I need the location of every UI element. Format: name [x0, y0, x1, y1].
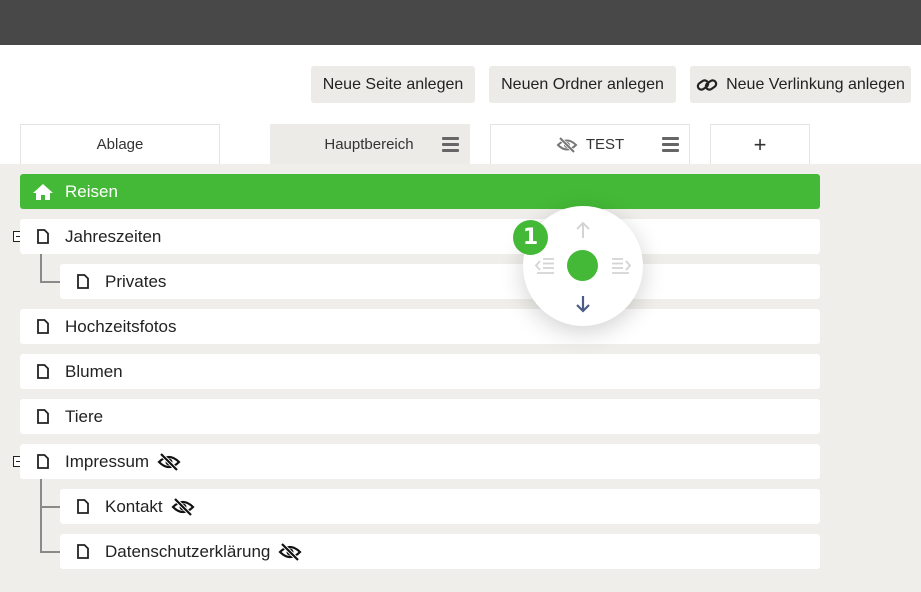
page-icon — [60, 499, 105, 514]
tree-item-tiere[interactable]: Tiere — [20, 399, 820, 434]
tree-item-label: Hochzeitsfotos — [65, 316, 177, 336]
tab-test[interactable]: TEST — [490, 124, 690, 164]
new-folder-button-label: Neuen Ordner anlegen — [501, 75, 664, 93]
tab-hauptbereich[interactable]: Hauptbereich — [270, 124, 470, 164]
tree-connector — [40, 281, 60, 283]
eye-slash-icon — [278, 542, 302, 561]
home-icon — [20, 183, 65, 201]
tree-connector — [40, 506, 60, 508]
eye-slash-icon — [556, 136, 578, 153]
outdent-icon[interactable] — [533, 254, 557, 278]
tree-item-label: Privates — [105, 271, 167, 291]
page-icon — [60, 274, 105, 289]
tree-item-label: Kontakt — [105, 496, 163, 516]
arrow-up-icon[interactable] — [571, 218, 595, 242]
tree-item-privates[interactable]: Privates — [60, 264, 820, 299]
page-icon — [20, 409, 65, 424]
tab-menu-icon[interactable] — [442, 137, 459, 152]
tree-item-label: Tiere — [65, 406, 104, 426]
tree-item-impressum[interactable]: Impressum — [20, 444, 820, 479]
tab-test-label: TEST — [585, 136, 625, 153]
link-icon — [696, 77, 718, 93]
tab-hauptbereich-label: Hauptbereich — [324, 136, 414, 153]
plus-icon: + — [753, 131, 767, 157]
tree-item-label: Blumen — [65, 361, 123, 381]
tab-ablage[interactable]: Ablage — [20, 124, 220, 164]
tree-item-datenschutz[interactable]: Datenschutzerklärung — [60, 534, 820, 569]
tree-root-item[interactable]: Reisen — [20, 174, 820, 209]
tree-connector — [40, 253, 42, 282]
tree-item-blumen[interactable]: Blumen — [20, 354, 820, 389]
tab-menu-icon[interactable] — [662, 137, 679, 152]
tree-item-label: Impressum — [65, 451, 150, 471]
indent-icon[interactable] — [609, 254, 633, 278]
new-page-button-label: Neue Seite anlegen — [322, 75, 464, 93]
tree-item-label: Reisen — [65, 181, 118, 201]
step-badge: 1 — [513, 220, 548, 255]
tree-item-hochzeitsfotos[interactable]: Hochzeitsfotos — [20, 309, 820, 344]
new-link-button[interactable]: Neue Verlinkung anlegen — [690, 66, 911, 103]
page-icon — [60, 544, 105, 559]
eye-slash-icon — [157, 452, 181, 471]
page-icon — [20, 364, 65, 379]
add-tab-button[interactable]: + — [710, 124, 810, 164]
tree-connector — [40, 478, 42, 552]
eye-slash-icon — [171, 497, 195, 516]
arrow-down-icon[interactable] — [571, 292, 595, 316]
tree-item-kontakt[interactable]: Kontakt — [60, 489, 820, 524]
tree-connector — [40, 551, 60, 553]
page-icon — [20, 454, 65, 469]
tree-item-label: Jahreszeiten — [65, 226, 162, 246]
tab-ablage-label: Ablage — [96, 136, 144, 153]
tree-item-jahreszeiten[interactable]: Jahreszeiten — [20, 219, 820, 254]
new-page-button[interactable]: Neue Seite anlegen — [311, 66, 475, 103]
page-icon — [20, 229, 65, 244]
move-handle[interactable] — [567, 250, 598, 281]
top-bar — [0, 0, 921, 45]
new-folder-button[interactable]: Neuen Ordner anlegen — [489, 66, 676, 103]
page-icon — [20, 319, 65, 334]
new-link-button-label: Neue Verlinkung anlegen — [726, 75, 905, 93]
tree-item-label: Datenschutzerklärung — [105, 541, 271, 561]
